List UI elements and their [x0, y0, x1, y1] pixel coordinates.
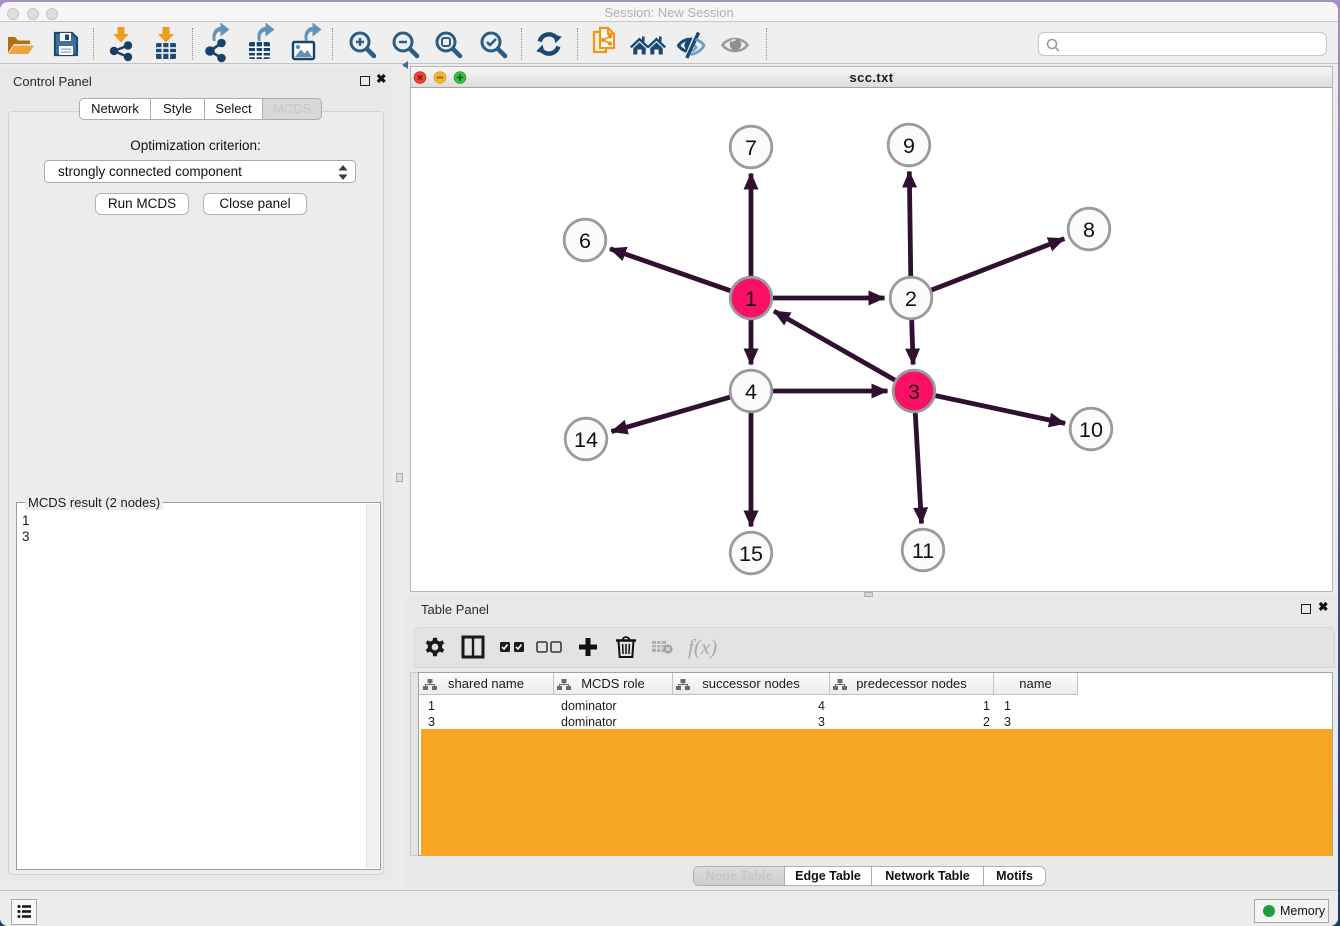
svg-text:1: 1	[745, 287, 757, 311]
svg-text:9: 9	[903, 134, 915, 158]
svg-text:4: 4	[745, 380, 757, 404]
svg-text:10: 10	[1079, 418, 1103, 442]
svg-text:2: 2	[905, 287, 917, 311]
svg-text:7: 7	[745, 136, 757, 160]
svg-text:15: 15	[739, 542, 763, 566]
svg-text:f(x): f(x)	[688, 635, 717, 659]
svg-text:8: 8	[1083, 218, 1095, 242]
svg-text:14: 14	[574, 428, 598, 452]
svg-text:6: 6	[579, 229, 591, 253]
svg-text:3: 3	[908, 380, 920, 404]
svg-text:11: 11	[912, 539, 934, 563]
